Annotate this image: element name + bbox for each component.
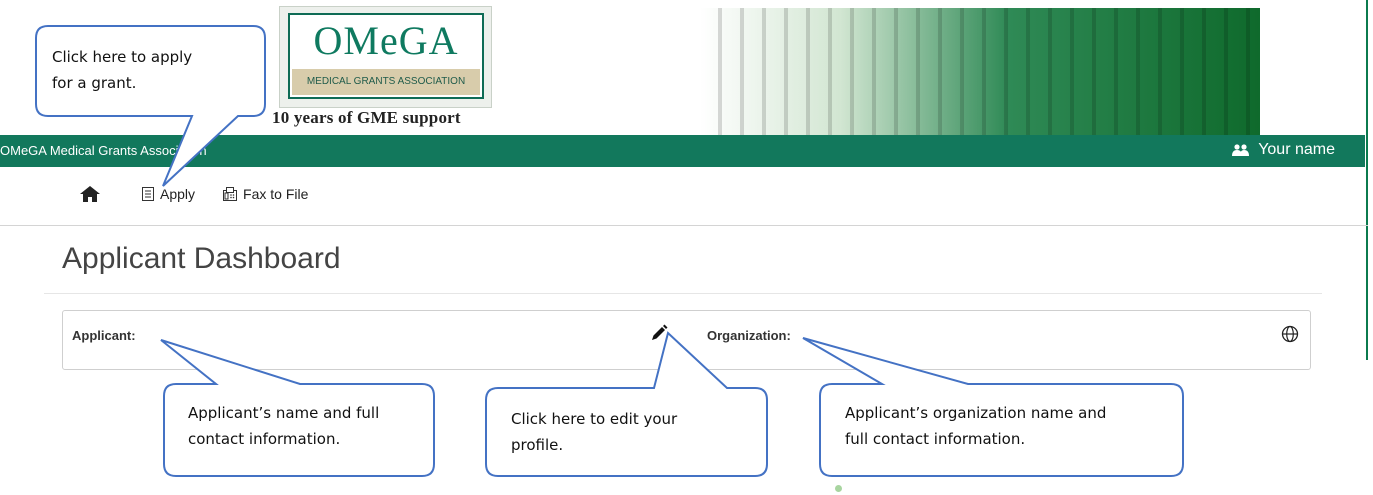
header-banner-image xyxy=(700,8,1260,136)
logo-wordmark: OMeGA xyxy=(313,18,459,63)
home-button[interactable] xyxy=(80,186,100,202)
edit-callout-text: Click here to edit your profile. xyxy=(511,406,677,458)
profile-panel: Applicant: Organization: xyxy=(62,310,1311,370)
page-title: Applicant Dashboard xyxy=(62,242,341,275)
top-nav-bar: OMeGA Medical Grants Association Your na… xyxy=(0,135,1365,167)
toolbar-divider xyxy=(0,225,1368,226)
apply-callout-line1: Click here to apply xyxy=(52,48,193,66)
fax-icon xyxy=(223,187,238,201)
fax-to-file-button[interactable]: Fax to File xyxy=(223,186,308,202)
applicant-callout-line2: contact information. xyxy=(188,430,341,448)
user-menu[interactable]: Your name xyxy=(1232,141,1335,159)
apply-button[interactable]: Apply xyxy=(142,186,195,202)
logo-tagline: 10 years of GME support xyxy=(272,108,461,127)
logo-frame: OMeGA MEDICAL GRANTS ASSOCIATION xyxy=(288,13,484,99)
site-name[interactable]: OMeGA Medical Grants Association xyxy=(0,143,207,158)
organization-callout-line1: Applicant’s organization name and xyxy=(845,404,1107,422)
edit-callout-line2: profile. xyxy=(511,436,564,454)
logo-subtitle: MEDICAL GRANTS ASSOCIATION xyxy=(292,69,480,95)
user-name: Your name xyxy=(1258,141,1335,158)
applicant-label: Applicant: xyxy=(72,328,136,343)
title-divider xyxy=(44,293,1322,294)
organization-callout-line2: full contact information. xyxy=(845,430,1026,448)
apply-callout-text: Click here to apply for a grant. xyxy=(52,44,192,96)
right-border xyxy=(1366,0,1368,360)
globe-icon[interactable] xyxy=(1281,325,1299,343)
users-icon xyxy=(1232,144,1250,156)
edit-callout-line1: Click here to edit your xyxy=(511,410,678,428)
apply-label: Apply xyxy=(160,186,196,202)
organization-label: Organization: xyxy=(707,328,791,343)
omega-logo: OMeGA MEDICAL GRANTS ASSOCIATION xyxy=(279,6,492,108)
fax-label: Fax to File xyxy=(243,186,309,202)
pencil-icon[interactable] xyxy=(649,323,669,343)
organization-callout-text: Applicant’s organization name and full c… xyxy=(845,400,1106,452)
applicant-callout-line1: Applicant’s name and full xyxy=(188,404,380,422)
document-icon xyxy=(142,187,154,201)
applicant-callout-text: Applicant’s name and full contact inform… xyxy=(188,400,379,452)
apply-callout-line2: for a grant. xyxy=(52,74,137,92)
decorative-dot xyxy=(835,485,842,492)
home-icon xyxy=(80,186,100,202)
toolbar: Apply Fax to File xyxy=(80,186,308,202)
